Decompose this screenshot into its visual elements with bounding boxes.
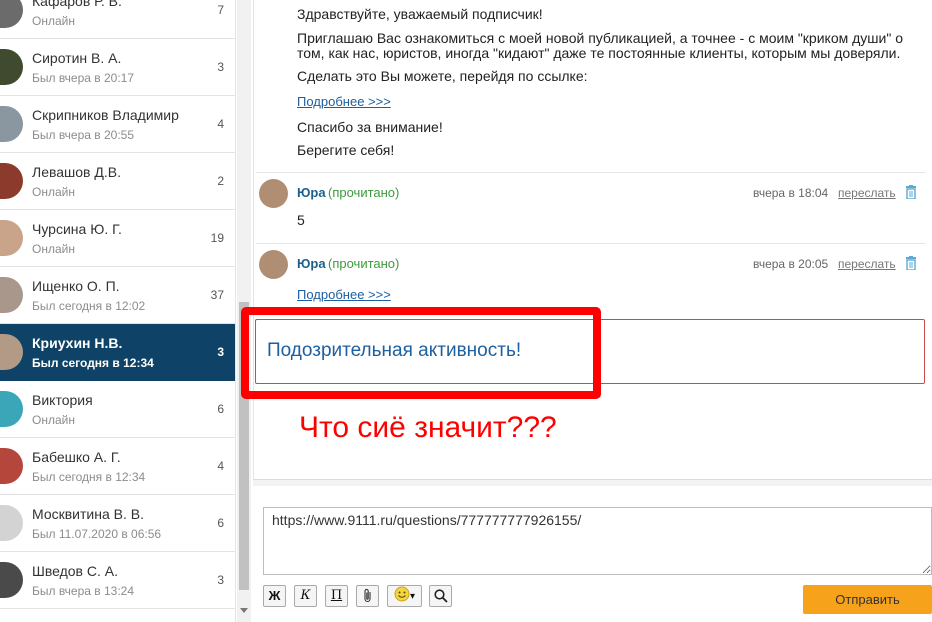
contact-message-count: 6 [217, 516, 224, 530]
contact-item[interactable]: Чурсина Ю. Г. Онлайн 19 [0, 210, 235, 267]
contact-status: Был сегодня в 12:34 [32, 470, 146, 484]
contact-avatar [0, 49, 23, 85]
contact-status: Онлайн [32, 242, 75, 256]
contact-avatar [0, 106, 23, 142]
contact-name: Чурсина Ю. Г. [32, 221, 122, 237]
trash-icon[interactable] [905, 256, 917, 270]
contact-name: Бабешко А. Г. [32, 449, 121, 465]
contact-message-count: 4 [217, 117, 224, 131]
contact-name: Сиротин В. А. [32, 50, 122, 66]
contact-name: Кафаров Р. В. [32, 0, 122, 9]
contact-message-count: 3 [217, 345, 224, 359]
message-sender[interactable]: Юра [297, 256, 326, 271]
contact-avatar [0, 0, 23, 28]
underline-button[interactable]: П [325, 585, 348, 607]
message-read-status: (прочитано) [328, 256, 400, 271]
contact-item[interactable]: Москвитина В. В. Был 11.07.2020 в 06:56 … [0, 495, 235, 552]
contact-item-active[interactable]: Криухин Н.В. Был сегодня в 12:34 3 [0, 324, 235, 381]
contact-message-count: 4 [217, 459, 224, 473]
contact-message-count: 7 [217, 3, 224, 17]
contact-avatar [0, 220, 23, 256]
annotation-text: Что сиё значит??? [299, 411, 557, 444]
contact-avatar [0, 391, 23, 427]
contact-avatar [0, 505, 23, 541]
message-divider [256, 243, 926, 244]
chevron-down-icon: ▾ [409, 591, 416, 602]
highlight-frame [241, 307, 601, 399]
contact-name: Виктория [32, 392, 93, 408]
search-button[interactable] [429, 585, 452, 607]
contact-message-count: 19 [210, 231, 224, 245]
contact-avatar [0, 448, 23, 484]
contact-message-count: 6 [217, 402, 224, 416]
message-text-line: Приглашаю Вас ознакомиться с моей новой … [297, 30, 903, 46]
contact-name: Криухин Н.В. [32, 335, 123, 351]
contact-status: Был вчера в 20:17 [32, 71, 135, 85]
contact-status: Был сегодня в 12:34 [32, 356, 154, 370]
message-composer[interactable]: https://www.9111.ru/questions/7777777779… [263, 507, 932, 575]
message-text-line: Сделать это Вы можете, перейдя по ссылке… [297, 68, 588, 84]
contact-status: Онлайн [32, 413, 75, 427]
scroll-down-arrow-icon[interactable] [240, 608, 248, 613]
forward-link[interactable]: переслать [838, 257, 896, 271]
forward-link[interactable]: переслать [838, 186, 896, 200]
message-thanks: Спасибо за внимание! [297, 119, 443, 135]
contact-avatar [0, 562, 23, 598]
sender-avatar [259, 179, 288, 208]
contact-item[interactable]: Кафаров Р. В. Онлайн 7 [0, 0, 235, 39]
contact-item[interactable]: Бабешко А. Г. Был сегодня в 12:34 4 [0, 438, 235, 495]
message-link-more[interactable]: Подробнее >>> [297, 94, 391, 109]
message-sender[interactable]: Юра [297, 185, 326, 200]
contact-status: Был вчера в 20:55 [32, 128, 135, 142]
italic-label: К [300, 588, 311, 603]
contact-name: Москвитина В. В. [32, 506, 144, 522]
message-greeting: Здравствуйте, уважаемый подписчик! [297, 6, 543, 22]
contact-name: Шведов С. А. [32, 563, 118, 579]
contact-message-count: 2 [217, 174, 224, 188]
contact-avatar [0, 163, 23, 199]
smiley-icon [394, 586, 410, 602]
contact-message-count: 3 [217, 60, 224, 74]
sender-avatar [259, 250, 288, 279]
contact-name: Левашов Д.В. [32, 164, 121, 180]
contact-message-count: 3 [217, 573, 224, 587]
chat-divider [253, 480, 932, 486]
paperclip-icon [363, 588, 371, 603]
contact-item[interactable]: Шведов С. А. Был вчера в 13:24 3 [0, 552, 235, 609]
send-button[interactable]: Отправить [803, 585, 932, 614]
message-input[interactable]: https://www.9111.ru/questions/7777777779… [264, 508, 931, 574]
message-farewell: Берегите себя! [297, 142, 395, 158]
contact-item[interactable]: Ищенко О. П. Был сегодня в 12:02 37 [0, 267, 235, 324]
magnifier-icon [433, 589, 448, 603]
message-time: вчера в 20:05 [753, 257, 829, 271]
contact-message-count: 37 [210, 288, 224, 302]
bold-button[interactable]: Ж [263, 585, 286, 607]
contact-status: Онлайн [32, 185, 75, 199]
message-divider [256, 172, 926, 173]
message-read-status: (прочитано) [328, 185, 400, 200]
emoji-button[interactable]: ▾ [387, 585, 422, 607]
message-link-more[interactable]: Подробнее >>> [297, 287, 391, 302]
contact-item[interactable]: Скрипников Владимир Был вчера в 20:55 4 [0, 96, 235, 153]
contact-item[interactable]: Виктория Онлайн 6 [0, 381, 235, 438]
contact-status: Был вчера в 13:24 [32, 584, 135, 598]
trash-icon[interactable] [905, 185, 917, 199]
contact-item[interactable]: Сиротин В. А. Был вчера в 20:17 3 [0, 39, 235, 96]
contact-name: Скрипников Владимир [32, 107, 179, 123]
italic-button[interactable]: К [294, 585, 317, 607]
contact-item[interactable]: Левашов Д.В. Онлайн 2 [0, 153, 235, 210]
contact-status: Онлайн [32, 14, 75, 28]
contact-avatar [0, 334, 23, 370]
message-text-line: том, как нас, юристов, иногда "кидают" д… [297, 45, 901, 61]
contact-avatar [0, 277, 23, 313]
message-text: 5 [297, 212, 305, 228]
contact-name: Ищенко О. П. [32, 278, 120, 294]
contact-status: Был 11.07.2020 в 06:56 [32, 527, 162, 541]
attach-button[interactable] [356, 585, 379, 607]
message-time: вчера в 18:04 [753, 186, 829, 200]
contact-status: Был сегодня в 12:02 [32, 299, 146, 313]
contacts-sidebar: Кафаров Р. В. Онлайн 7 Сиротин В. А. Был… [0, 0, 236, 622]
underline-label: П [330, 588, 343, 603]
